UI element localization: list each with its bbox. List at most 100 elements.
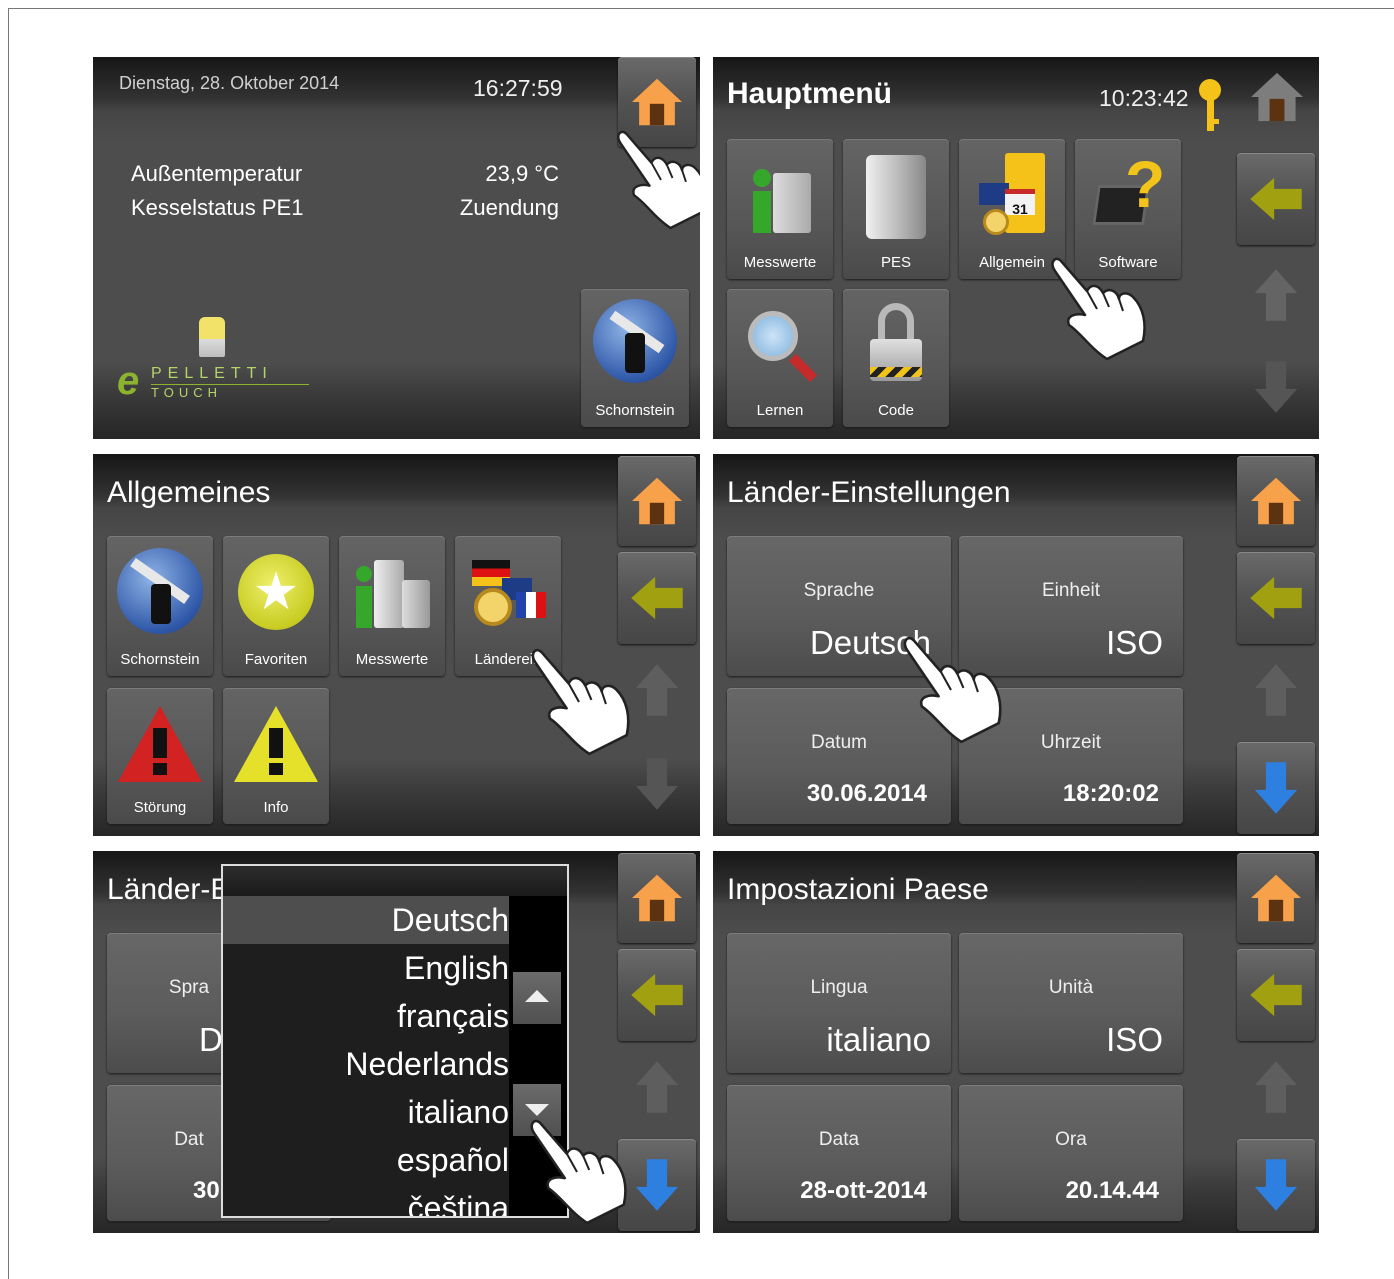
arrow-down-icon [1253, 359, 1299, 415]
page-title: Impostazioni Paese [727, 873, 989, 906]
tile-lernen[interactable]: Lernen [727, 289, 833, 427]
setting-value: ISO [1106, 1021, 1163, 1058]
scroll-down-button[interactable] [1253, 359, 1299, 415]
screen-allgemeines: Allgemeines Schornstein ★ Favoriten Mess… [93, 454, 700, 836]
option-espanol[interactable]: español [397, 1142, 509, 1179]
back-button[interactable] [1237, 552, 1315, 644]
scroll-up-button[interactable] [634, 662, 680, 718]
scroll-up-button[interactable] [1253, 267, 1299, 323]
date-text: Dienstag, 28. Oktober 2014 [119, 73, 340, 93]
setting-label: Data [818, 1129, 860, 1150]
tile-label: PES [880, 254, 911, 271]
option-francais[interactable]: français [397, 998, 509, 1035]
home-icon [1249, 71, 1305, 123]
pointing-hand-icon [527, 644, 631, 758]
setting-value: ISO [1106, 624, 1163, 661]
option-italiano[interactable]: italiano [408, 1094, 509, 1131]
setting-value: 28-ott-2014 [800, 1177, 927, 1204]
caret-up-icon [525, 990, 549, 1002]
home-icon [1249, 873, 1303, 923]
back-button[interactable] [618, 552, 696, 644]
screen-laender-einstellungen: Länder-Einstellungen Sprache Deutsch Ein… [713, 454, 1319, 836]
option-nederlands[interactable]: Nederlands [345, 1046, 509, 1083]
tile-code[interactable]: Code [843, 289, 949, 427]
schornstein-label: Schornstein [595, 402, 675, 419]
home-button[interactable] [618, 456, 696, 546]
info-warning-icon [234, 706, 318, 782]
tile-messwerte[interactable]: Messwerte [339, 536, 445, 676]
tile-stoerung[interactable]: Störung [107, 688, 213, 824]
tile-pes[interactable]: PES [843, 139, 949, 279]
tile-label: Messwerte [743, 254, 817, 271]
back-button[interactable] [618, 949, 696, 1041]
arrow-left-icon [629, 972, 685, 1018]
clock-text: 10:23:42 [1099, 85, 1189, 111]
arrow-up-icon [634, 1059, 680, 1115]
arrow-up-icon [1253, 662, 1299, 718]
option-english[interactable]: English [404, 950, 509, 987]
tile-info[interactable]: Info [223, 688, 329, 824]
home-button[interactable] [1237, 853, 1315, 943]
logo: e PELLETTI TOUCH [117, 361, 317, 403]
scroll-down-button[interactable] [1237, 1139, 1315, 1231]
back-button[interactable] [1237, 153, 1315, 245]
pointing-hand-icon [1047, 253, 1147, 363]
country-flags-icon [468, 548, 548, 632]
schornstein-button[interactable]: Schornstein [581, 289, 689, 427]
option-cestina[interactable]: čeština [408, 1190, 509, 1216]
scroll-down-button[interactable] [1237, 742, 1315, 834]
screen-language-dropdown: Länder-E Spra D Dat 30. Deutsch English … [93, 851, 700, 1233]
arrow-up-icon [1253, 267, 1299, 323]
error-warning-icon [118, 706, 202, 782]
scroll-up-button[interactable] [634, 1059, 680, 1115]
setting-label: Sprache [803, 580, 875, 601]
scroll-up-button[interactable] [1253, 1059, 1299, 1115]
home-button[interactable] [1237, 456, 1315, 546]
arrow-down-icon [634, 1156, 680, 1214]
boiler-small-icon [199, 317, 225, 357]
setting-label: Ora [1055, 1129, 1087, 1150]
padlock-icon [866, 299, 926, 385]
tile-favoriten[interactable]: ★ Favoriten [223, 536, 329, 676]
tile-messwerte[interactable]: Messwerte [727, 139, 833, 279]
home-icon [1249, 476, 1303, 526]
arrow-down-icon [1253, 1156, 1299, 1214]
tile-schornstein[interactable]: Schornstein [107, 536, 213, 676]
arrow-down-icon [634, 756, 680, 812]
setting-ora[interactable]: Ora 20.14.44 [959, 1085, 1183, 1221]
logo-main-text: PELLETTI [151, 365, 273, 382]
chimney-sweep-icon [117, 548, 203, 634]
setting-value: italiano [826, 1021, 931, 1058]
option-deutsch[interactable]: Deutsch [392, 902, 509, 939]
home-button[interactable] [1249, 71, 1309, 135]
language-dropdown[interactable]: Deutsch English français Nederlands ital… [221, 864, 569, 1218]
boiler-status-label: Kesselstatus PE1 [131, 195, 304, 220]
arrow-up-icon [1253, 1059, 1299, 1115]
pointing-hand-icon [613, 119, 700, 239]
measurement-icon [352, 550, 432, 634]
scroll-down-button[interactable] [634, 756, 680, 812]
logo-sub-text: TOUCH [151, 385, 222, 400]
page-title: Allgemeines [107, 476, 271, 509]
back-button[interactable] [1237, 949, 1315, 1041]
outdoor-temp-value: 23,9 °C [485, 161, 559, 186]
setting-unita[interactable]: Unità ISO [959, 933, 1183, 1073]
home-icon [630, 873, 684, 923]
page-title: Länder-Einstellungen [727, 476, 1011, 509]
setting-data[interactable]: Data 28-ott-2014 [727, 1085, 951, 1221]
setting-lingua[interactable]: Lingua italiano [727, 933, 951, 1073]
key-icon [1199, 79, 1221, 133]
scroll-up-button[interactable] [1253, 662, 1299, 718]
dropdown-scroll-up-button[interactable] [513, 972, 561, 1024]
dropdown-header [223, 866, 567, 896]
setting-label: Lingua [810, 977, 868, 998]
boiler-icon [866, 155, 926, 239]
chimney-sweep-icon [593, 299, 677, 383]
page-title: Länder-E [107, 873, 231, 906]
pointing-hand-icon [899, 632, 1003, 746]
home-button[interactable] [618, 853, 696, 943]
setting-value: 30.06.2014 [806, 780, 927, 807]
setting-value: 20.14.44 [1065, 1177, 1159, 1204]
arrow-left-icon [1248, 176, 1304, 222]
scroll-down-button[interactable] [618, 1139, 696, 1231]
